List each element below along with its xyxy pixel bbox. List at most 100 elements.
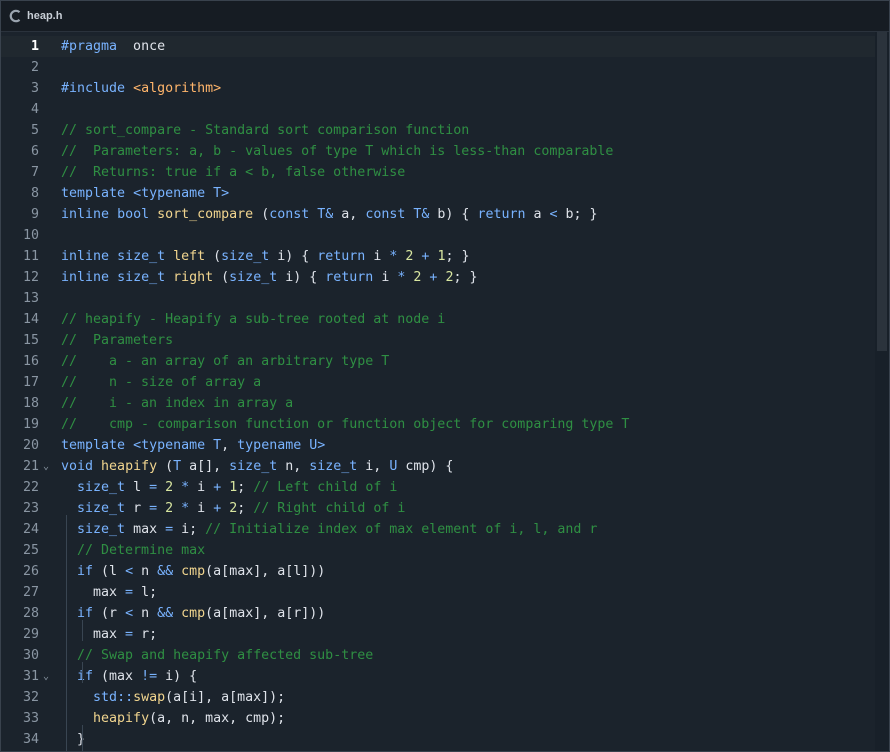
indent-guide (82, 662, 83, 683)
line-number: 1 (30, 39, 39, 54)
code-line[interactable]: 17 // n - size of array a (1, 372, 875, 393)
line-number: 25 (22, 543, 39, 558)
line-code: // heapify - Heapify a sub-tree rooted a… (61, 312, 446, 327)
line-number: 18 (22, 396, 39, 411)
code-line[interactable]: 1 #pragma once (1, 36, 875, 57)
line-code: template <typename T> (61, 186, 230, 201)
line-number: 7 (30, 165, 39, 180)
code-line[interactable]: 14 // heapify - Heapify a sub-tree rooted… (1, 309, 875, 330)
code-line[interactable]: 33 heapify(a, n, max, cmp); (1, 708, 875, 729)
code-line[interactable]: 5 // sort_compare - Standard sort compari… (1, 120, 875, 141)
code-line[interactable]: 16 // a - an array of an arbitrary type T (1, 351, 875, 372)
code-line[interactable]: 29 max = r; (1, 624, 875, 645)
line-number: 9 (30, 207, 39, 222)
code-line[interactable]: 23 size_t r = 2 * i + 2; // Right child … (1, 498, 875, 519)
scrollbar-thumb[interactable] (877, 32, 887, 351)
code-line[interactable]: 15 // Parameters (1, 330, 875, 351)
code-line[interactable]: 8 template <typename T> (1, 183, 875, 204)
line-number: 33 (22, 711, 39, 726)
line-code: inline bool sort_compare (const T& a, co… (61, 207, 598, 222)
line-code: heapify(a, n, max, cmp); (93, 711, 286, 726)
line-number: 31 (22, 669, 39, 684)
code-line[interactable]: 6 // Parameters: a, b - values of type T … (1, 141, 875, 162)
line-number: 12 (22, 270, 39, 285)
line-number: 8 (30, 186, 39, 201)
line-code: inline size_t left (size_t i) { return i… (61, 249, 470, 264)
code-line[interactable]: 31 ⌄ if (max != i) { (1, 666, 875, 687)
code-line[interactable]: 21 ⌄ void heapify (T a[], size_t n, size_t… (1, 456, 875, 477)
code-line[interactable]: 34 } (1, 729, 875, 750)
line-code: max = l; (61, 585, 158, 600)
line-number: 32 (22, 690, 39, 705)
code-line[interactable]: 13 (1, 288, 875, 309)
code-line[interactable]: 4 (1, 99, 875, 120)
code-line[interactable]: 28 if (r < n && cmp(a[max], a[r])) (1, 603, 875, 624)
line-code: if (l < n && cmp(a[max], a[l])) (77, 564, 326, 579)
code-line[interactable]: 30 // Swap and heapify affected sub-tree (1, 645, 875, 666)
line-code: if (r < n && cmp(a[max], a[r])) (77, 606, 326, 621)
code-line[interactable]: 25 // Determine max (1, 540, 875, 561)
line-number: 11 (22, 249, 39, 264)
line-code: // Returns: true if a < b, false otherwi… (61, 165, 406, 180)
code-line[interactable]: 19 // cmp - comparison function or functi… (1, 414, 875, 435)
line-code: // cmp - comparison function or function… (61, 417, 630, 432)
line-code: // Parameters (61, 333, 174, 348)
code-line[interactable]: 2 (1, 57, 875, 78)
line-code: // sort_compare - Standard sort comparis… (61, 123, 470, 138)
code-line[interactable]: 22 size_t l = 2 * i + 1; // Left child o… (1, 477, 875, 498)
line-code: #pragma once (61, 39, 166, 54)
line-code: size_t l = 2 * i + 1; // Left child of i (77, 480, 398, 495)
line-code: // i - an index in array a (61, 396, 294, 411)
line-number: 6 (30, 144, 39, 159)
line-code: // Determine max (77, 543, 206, 558)
line-number: 23 (22, 501, 39, 516)
line-number: 14 (22, 312, 39, 327)
code-line[interactable]: 26 if (l < n && cmp(a[max], a[l])) (1, 561, 875, 582)
line-number: 22 (22, 480, 39, 495)
tab-bar: heap.h (1, 1, 889, 32)
code-line[interactable]: 7 // Returns: true if a < b, false otherw… (1, 162, 875, 183)
line-number: 5 (30, 123, 39, 138)
code-line[interactable]: 9 inline bool sort_compare (const T& a, c… (1, 204, 875, 225)
line-code: // n - size of array a (61, 375, 262, 390)
editor-window: heap.h 1 #pragma once 2 3 #include <algorith… (0, 0, 890, 752)
line-number: 3 (30, 81, 39, 96)
code-line[interactable]: 27 max = l; (1, 582, 875, 603)
line-number: 19 (22, 417, 39, 432)
vertical-scrollbar[interactable] (875, 32, 889, 751)
code-line[interactable]: 12 inline size_t right (size_t i) { retur… (1, 267, 875, 288)
line-number: 30 (22, 648, 39, 663)
line-number: 13 (22, 291, 39, 306)
line-number: 28 (22, 606, 39, 621)
code-line[interactable]: 11 inline size_t left (size_t i) { return… (1, 246, 875, 267)
code-line[interactable]: 24 size_t max = i; // Initialize index o… (1, 519, 875, 540)
line-number: 2 (30, 60, 39, 75)
line-number: 20 (22, 438, 39, 453)
code-line[interactable]: 18 // i - an index in array a (1, 393, 875, 414)
line-code: void heapify (T a[], size_t n, size_t i,… (61, 459, 454, 474)
line-number: 29 (22, 627, 39, 642)
line-code: inline size_t right (size_t i) { return … (61, 270, 478, 285)
code-line[interactable]: 3 #include <algorithm> (1, 78, 875, 99)
fold-chevron-icon[interactable]: ⌄ (43, 456, 49, 477)
line-number: 26 (22, 564, 39, 579)
line-code: // Parameters: a, b - values of type T w… (61, 144, 614, 159)
fold-chevron-icon[interactable]: ⌄ (43, 666, 49, 687)
code-line[interactable]: 10 (1, 225, 875, 246)
indent-guide (82, 725, 83, 751)
indent-guide (66, 515, 67, 751)
indent-guide (82, 620, 83, 641)
line-number: 27 (22, 585, 39, 600)
line-number: 34 (22, 732, 39, 747)
line-number: 24 (22, 522, 39, 537)
line-code: max = r; (61, 627, 158, 642)
line-number: 4 (30, 102, 39, 117)
tab-heap-h[interactable]: heap.h (27, 10, 62, 22)
line-number: 21 (22, 459, 39, 474)
line-number: 15 (22, 333, 39, 348)
line-number: 10 (22, 228, 39, 243)
code-line[interactable]: 20 template <typename T, typename U> (1, 435, 875, 456)
line-number: 17 (22, 375, 39, 390)
code-line[interactable]: 32 std::swap(a[i], a[max]); (1, 687, 875, 708)
code-editor[interactable]: 1 #pragma once 2 3 #include <algorithm> 4 5 // … (1, 32, 889, 751)
